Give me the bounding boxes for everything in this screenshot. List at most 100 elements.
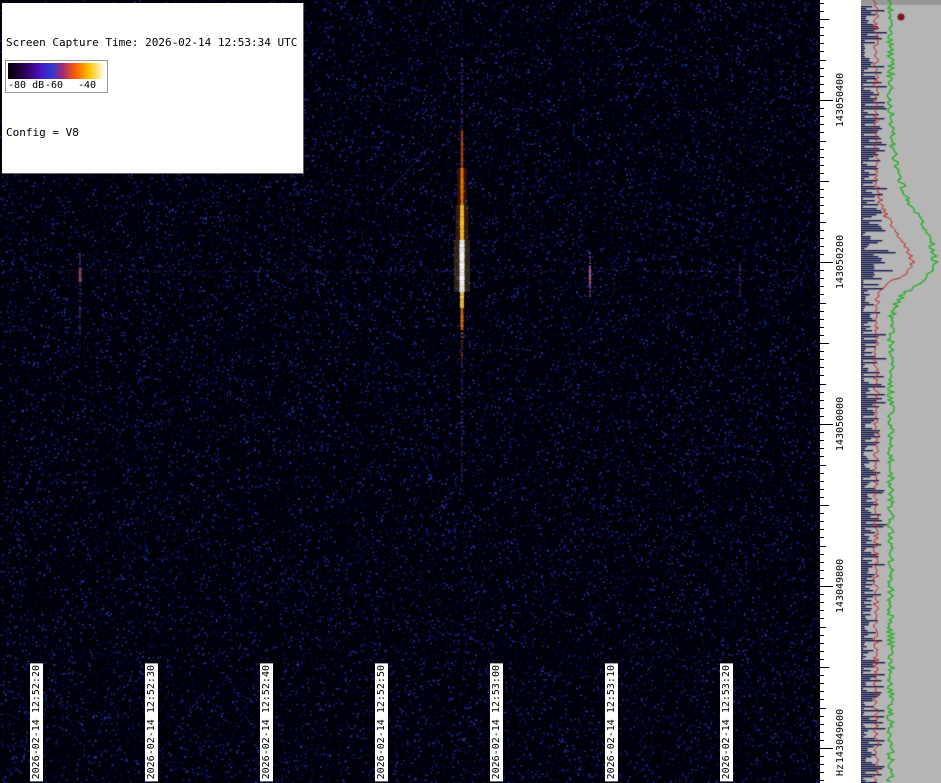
ruler-tick <box>820 432 824 433</box>
colorbar-labels: -80 dB -60 -40 <box>8 80 107 92</box>
ruler-tick <box>820 108 824 109</box>
ruler-tick <box>820 570 824 571</box>
ruler-tick <box>820 278 824 279</box>
ruler-tick <box>820 448 824 449</box>
ruler-tick <box>820 392 824 393</box>
ruler-tick <box>820 400 824 401</box>
ruler-tick <box>820 724 824 725</box>
ruler-tick <box>820 416 824 417</box>
ruler-tick <box>820 27 824 28</box>
colorbar-gradient <box>8 63 105 79</box>
ruler-tick <box>820 489 824 490</box>
ruler-tick <box>820 181 829 182</box>
ruler-tick <box>820 683 824 684</box>
ruler-tick <box>820 3 824 4</box>
ruler-tick <box>820 149 824 150</box>
ruler-tick <box>820 546 826 547</box>
ruler-tick <box>820 456 824 457</box>
ruler-tick <box>820 618 824 619</box>
freq-axis-label: 143050000 <box>835 397 846 451</box>
ruler-tick <box>820 408 824 409</box>
ruler-tick <box>820 19 829 20</box>
time-axis-label: 2026-02-14 12:53:20 <box>720 663 733 781</box>
capture-time-text: Screen Capture Time: 2026-02-14 12:53:34… <box>6 35 297 50</box>
ruler-tick <box>820 92 824 93</box>
ruler-tick <box>820 319 824 320</box>
ruler-tick <box>820 651 824 652</box>
ruler-tick <box>820 311 824 312</box>
ruler-tick <box>820 667 829 668</box>
ruler-tick <box>820 84 824 85</box>
ruler-tick <box>820 659 824 660</box>
ruler-tick <box>820 748 833 749</box>
ruler-tick <box>820 424 833 425</box>
ruler-tick <box>820 294 824 295</box>
config-text: Config = V8 <box>6 125 297 140</box>
ruler-tick <box>820 60 826 61</box>
ruler-tick <box>820 116 824 117</box>
ruler-tick <box>820 562 824 563</box>
ruler-tick <box>820 578 824 579</box>
ruler-tick <box>820 157 824 158</box>
time-axis-label: 2026-02-14 12:53:00 <box>490 663 503 781</box>
ruler-tick <box>820 602 824 603</box>
colorbar-mid-label: -60 <box>45 80 63 91</box>
ruler-tick <box>820 756 824 757</box>
ruler-tick <box>820 343 829 344</box>
ruler-tick <box>820 359 824 360</box>
ruler-tick <box>820 327 824 328</box>
ruler-tick <box>820 764 824 765</box>
ruler-tick <box>820 594 824 595</box>
ruler-tick <box>820 505 829 506</box>
colorbar-legend: -80 dB -60 -40 <box>5 60 108 93</box>
freq-axis-label: 143049600 <box>835 709 846 763</box>
spectrogram-app: Screen Capture Time: 2026-02-14 12:53:34… <box>0 0 941 783</box>
ruler-tick <box>820 165 824 166</box>
ruler-tick <box>820 197 824 198</box>
ruler-tick <box>820 440 824 441</box>
ruler-tick <box>820 740 824 741</box>
ruler-tick <box>820 230 824 231</box>
ruler-tick <box>820 303 826 304</box>
colorbar-max-label: -40 <box>78 80 96 91</box>
ruler-tick <box>820 529 824 530</box>
ruler-tick <box>820 497 824 498</box>
ruler-tick <box>820 76 824 77</box>
ruler-tick <box>820 43 824 44</box>
ruler-tick <box>820 189 824 190</box>
ruler-tick <box>820 141 826 142</box>
ruler-tick <box>820 68 824 69</box>
time-axis-label: 2026-02-14 12:52:50 <box>375 663 388 781</box>
ruler-tick <box>820 643 824 644</box>
freq-axis-label: 143050200 <box>835 235 846 289</box>
ruler-tick <box>820 675 824 676</box>
frequency-ruler: 143050400 143050200 143050000 143049800 … <box>819 0 861 783</box>
freq-axis-label: 143049800 <box>835 559 846 613</box>
time-axis-label: 2026-02-14 12:53:10 <box>605 663 618 781</box>
ruler-tick <box>820 270 824 271</box>
ruler-tick <box>820 699 824 700</box>
freq-axis-label: 143050400 <box>835 73 846 127</box>
ruler-tick <box>820 554 824 555</box>
time-axis-label: 2026-02-14 12:52:40 <box>260 663 273 781</box>
ruler-tick <box>820 132 824 133</box>
time-axis-label: 2026-02-14 12:52:20 <box>30 663 43 781</box>
ruler-tick <box>820 351 824 352</box>
ruler-tick <box>820 100 833 101</box>
ruler-tick <box>820 635 824 636</box>
ruler-tick <box>820 627 826 628</box>
spectrum-panel <box>861 0 941 783</box>
ruler-tick <box>820 610 824 611</box>
colorbar-min-label: -80 dB <box>8 80 44 91</box>
ruler-tick <box>820 262 833 263</box>
time-axis-label: 2026-02-14 12:52:30 <box>145 663 158 781</box>
ruler-tick <box>820 521 824 522</box>
ruler-tick <box>820 254 824 255</box>
ruler-tick <box>820 513 824 514</box>
ruler-tick <box>820 286 824 287</box>
ruler-tick <box>820 246 824 247</box>
ruler-tick <box>820 465 826 466</box>
ruler-tick <box>820 481 824 482</box>
ruler-tick <box>820 213 824 214</box>
ruler-tick <box>820 691 824 692</box>
